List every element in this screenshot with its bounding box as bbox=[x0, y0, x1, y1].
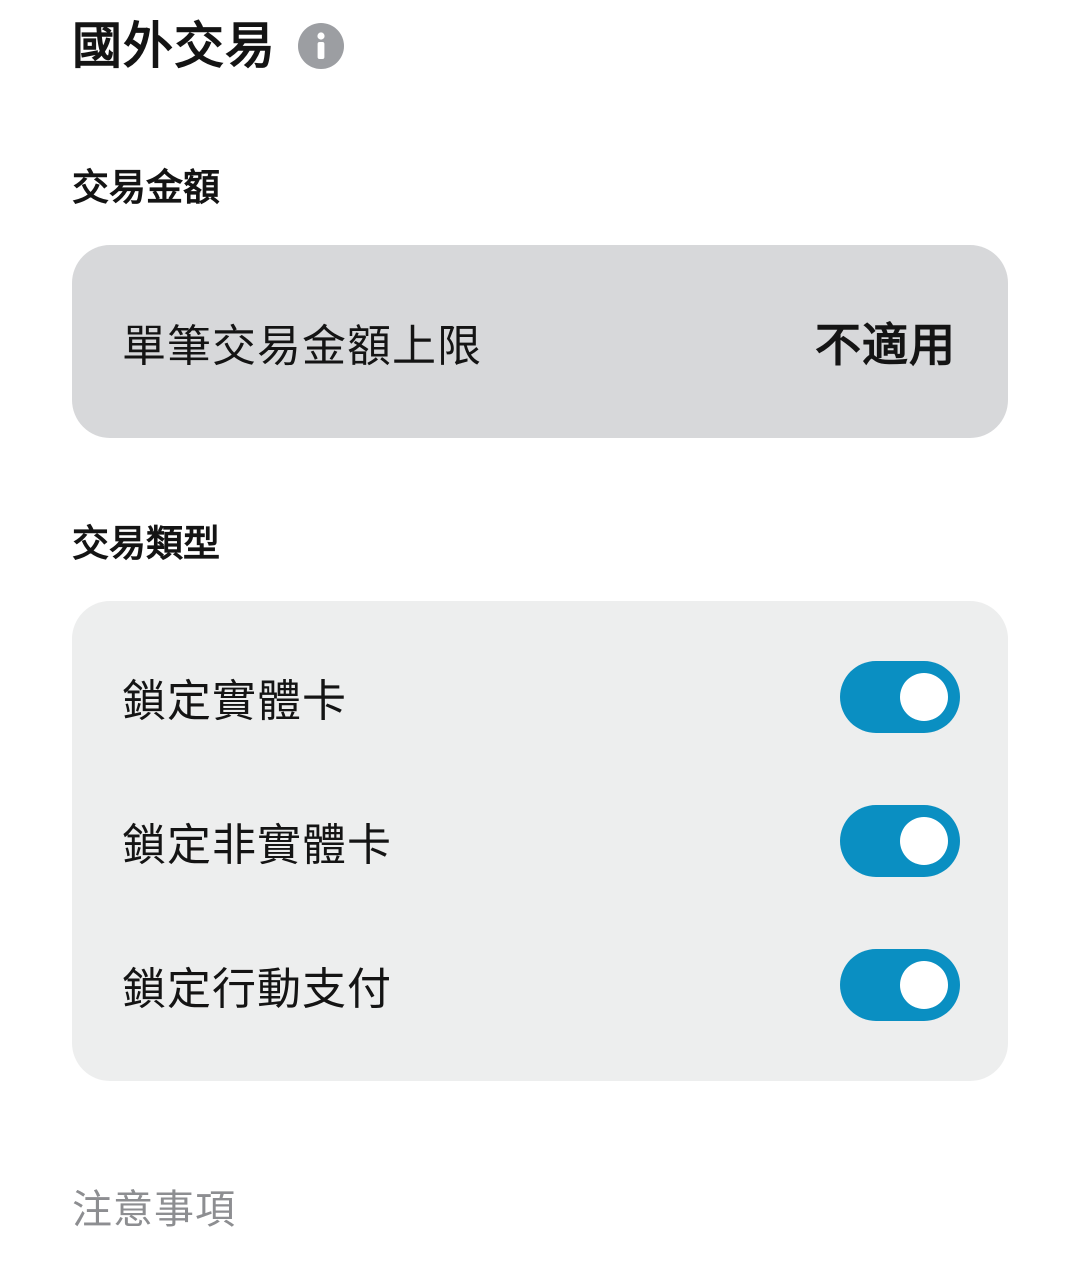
lock-physical-card-toggle[interactable] bbox=[840, 661, 960, 733]
lock-virtual-card-toggle[interactable] bbox=[840, 805, 960, 877]
info-glyph-icon bbox=[317, 32, 325, 59]
page-title: 國外交易 bbox=[72, 17, 276, 75]
info-icon[interactable] bbox=[298, 23, 344, 69]
amount-limit-value: 不適用 bbox=[815, 317, 956, 372]
toggle-row-virtual-card: 鎖定非實體卡 bbox=[122, 769, 960, 913]
amount-limit-label: 單筆交易金額上限 bbox=[122, 320, 482, 372]
section-heading-type: 交易類型 bbox=[72, 522, 220, 565]
lock-mobile-payment-toggle[interactable] bbox=[840, 949, 960, 1021]
section-heading-amount: 交易金額 bbox=[72, 166, 220, 209]
toggle-label-physical-card: 鎖定實體卡 bbox=[122, 676, 347, 727]
page-header: 國外交易 bbox=[72, 14, 344, 78]
transaction-type-card: 鎖定實體卡 鎖定非實體卡 鎖定行動支付 bbox=[72, 601, 1008, 1081]
toggle-row-mobile-payment: 鎖定行動支付 bbox=[122, 913, 960, 1057]
toggle-row-physical-card: 鎖定實體卡 bbox=[122, 625, 960, 769]
amount-limit-card: 單筆交易金額上限 不適用 bbox=[72, 245, 1008, 438]
toggle-knob bbox=[900, 961, 948, 1009]
toggle-label-virtual-card: 鎖定非實體卡 bbox=[122, 820, 392, 871]
toggle-knob bbox=[900, 673, 948, 721]
toggle-label-mobile-payment: 鎖定行動支付 bbox=[122, 964, 392, 1015]
toggle-knob bbox=[900, 817, 948, 865]
notes-heading: 注意事項 bbox=[72, 1187, 236, 1233]
